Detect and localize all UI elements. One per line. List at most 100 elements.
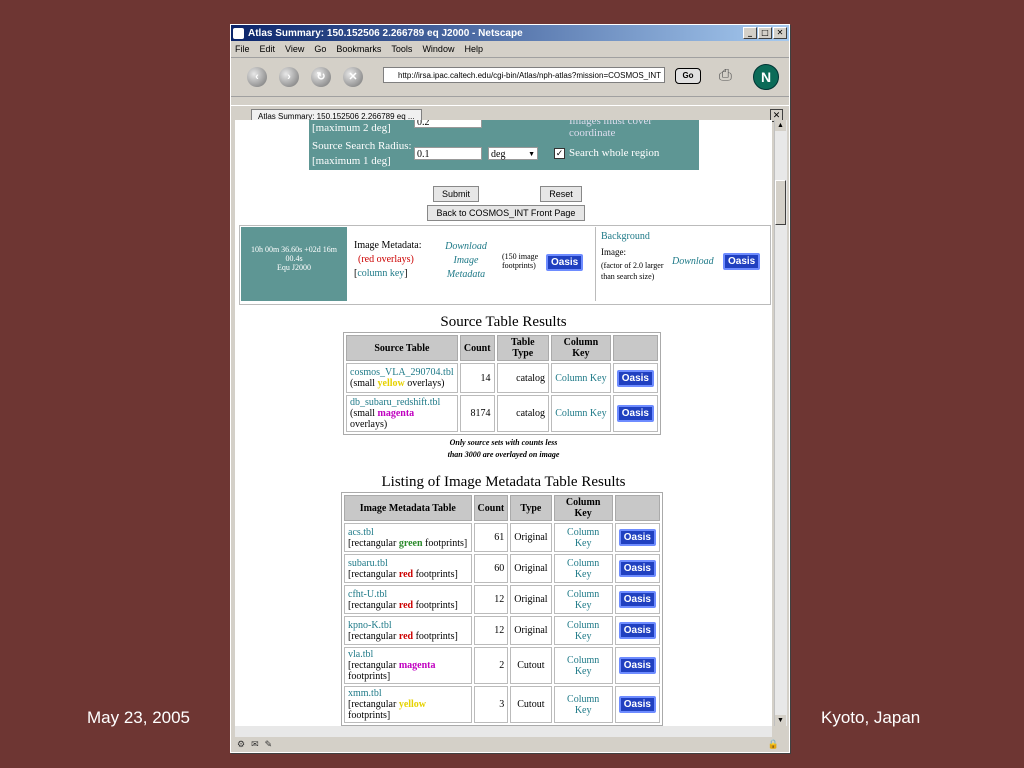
table-row: db_subaru_redshift.tbl (small magenta ov… <box>346 395 658 432</box>
url-input[interactable]: http://irsa.ipac.caltech.edu/cgi-bin/Atl… <box>383 67 665 83</box>
print-icon[interactable]: ⎙ <box>719 67 732 85</box>
image-table-file-link[interactable]: kpno-K.tbl <box>348 620 392 631</box>
coordinate-panel: 10h 00m 36.60s +02d 16m 00.4s Equ J2000 <box>241 227 347 301</box>
scroll-thumb[interactable] <box>775 180 786 225</box>
image-table-file-link[interactable]: acs.tbl <box>348 527 374 538</box>
maximize-button[interactable]: □ <box>758 27 772 39</box>
type-cell: catalog <box>496 363 550 393</box>
column-key-link[interactable]: Column Key <box>567 655 599 677</box>
source-name-cell: cosmos_VLA_290704.tbl (small yellow over… <box>346 363 458 393</box>
close-window-button[interactable]: ✕ <box>773 27 787 39</box>
browser-window: Atlas Summary: 150.152506 2.266789 eq J2… <box>230 24 790 753</box>
footprint-prefix: [rectangular <box>348 599 399 611</box>
equinox-text: Equ J2000 <box>277 263 311 272</box>
scroll-up-icon[interactable]: ▲ <box>775 120 786 131</box>
whole-region-checkbox[interactable]: ✓ <box>554 148 565 159</box>
reload-icon[interactable]: ↻ <box>311 67 331 87</box>
minimize-button[interactable]: _ <box>743 27 757 39</box>
image-table-name-cell: xmm.tbl [rectangular yellow footprints] <box>344 686 472 723</box>
footprint-color-word: yellow <box>398 699 427 710</box>
footprint-color-word: red <box>398 568 414 580</box>
results-panels: 10h 00m 36.60s +02d 16m 00.4s Equ J2000 … <box>239 225 771 305</box>
type-cell: Original <box>510 585 552 614</box>
image-table-file-link[interactable]: vla.tbl <box>348 649 373 660</box>
menu-edit[interactable]: Edit <box>260 44 276 54</box>
radius-input[interactable]: 0.1 <box>414 147 482 160</box>
column-key-link[interactable]: [column key] <box>354 268 408 279</box>
horizontal-scrollbar[interactable] <box>235 726 772 737</box>
oasis-button[interactable]: Oasis <box>616 405 654 422</box>
lock-icon: 🔒 <box>767 739 779 749</box>
overlay-prefix: (small <box>350 378 378 389</box>
oasis-button[interactable]: Oasis <box>616 369 654 387</box>
oasis-button[interactable]: Oasis <box>618 696 656 713</box>
footprint-suffix: footprints] <box>348 710 391 721</box>
download-background-link[interactable]: Download <box>672 256 714 267</box>
count-cell: 12 <box>473 585 509 614</box>
column-key-link[interactable]: Column Key <box>567 620 599 642</box>
table-row: subaru.tbl [rectangular red footprints] 60… <box>344 554 660 583</box>
overlay-color-word: yellow <box>377 378 405 389</box>
size-input[interactable]: 0.2 <box>414 120 482 128</box>
radius-label: Source Search Radius: <box>312 140 412 152</box>
forward-icon[interactable]: › <box>279 67 299 87</box>
column-key-link[interactable]: Column Key <box>567 527 599 549</box>
back-icon[interactable]: ‹ <box>247 67 267 87</box>
column-key-link[interactable]: Column Key <box>555 373 606 384</box>
source-file-link[interactable]: db_subaru_redshift.tbl <box>350 397 440 408</box>
menu-window[interactable]: Window <box>422 44 454 54</box>
menu-go[interactable]: Go <box>314 44 326 54</box>
column-key-link[interactable]: Column Key <box>567 558 599 580</box>
column-key-link[interactable]: Column Key <box>555 408 606 419</box>
reset-button[interactable]: Reset <box>540 186 582 202</box>
oasis-button-background[interactable]: Oasis <box>723 253 761 270</box>
background-link[interactable]: Background <box>601 231 650 242</box>
download-metadata-link[interactable]: Download Image Metadata <box>440 240 492 282</box>
scroll-down-icon[interactable]: ▼ <box>775 715 786 726</box>
count-cell: 12 <box>473 616 509 645</box>
count-cell: 14 <box>459 363 495 393</box>
red-overlays-label: (red overlays) <box>358 254 414 265</box>
source-file-link[interactable]: cosmos_VLA_290704.tbl <box>350 367 454 378</box>
footprint-color-word: magenta <box>398 660 436 671</box>
footprint-suffix: footprints] <box>348 671 391 682</box>
go-button[interactable]: Go <box>675 68 701 84</box>
image-table-file-link[interactable]: cfht-U.tbl <box>348 589 387 600</box>
oasis-cell: Oasis <box>614 647 660 684</box>
type-cell: Original <box>510 616 552 645</box>
oasis-button[interactable]: Oasis <box>618 657 656 674</box>
menu-file[interactable]: File <box>235 44 250 54</box>
overlay-note-line2: than 3000 are overlayed on image <box>447 450 560 459</box>
composer-icon[interactable]: ✎ <box>265 739 273 750</box>
header-column-key: Column Key <box>553 495 613 521</box>
oasis-button[interactable]: Oasis <box>618 560 656 577</box>
footprint-suffix: footprints] <box>422 537 468 549</box>
coverage-label: Images must cover coordinate <box>569 120 653 139</box>
column-key-link[interactable]: Column Key <box>567 589 599 611</box>
menu-tools[interactable]: Tools <box>391 44 412 54</box>
unit-select[interactable]: deg ▼ <box>488 147 538 160</box>
back-to-front-page-button[interactable]: Back to COSMOS_INT Front Page <box>427 205 585 221</box>
image-table-file-link[interactable]: xmm.tbl <box>348 688 382 699</box>
count-cell: 3 <box>473 686 509 723</box>
image-table-name-cell: cfht-U.tbl [rectangular red footprints] <box>344 585 472 614</box>
source-table-title: Source Table Results <box>440 314 567 330</box>
submit-button[interactable]: Submit <box>433 186 479 202</box>
column-key-cell: Column Key <box>553 523 613 552</box>
column-key-cell: Column Key <box>553 554 613 583</box>
oasis-button[interactable]: Oasis <box>618 622 656 639</box>
stop-icon[interactable]: ✕ <box>343 67 363 87</box>
header-type: Type <box>510 495 552 521</box>
mail-icon[interactable]: ✉ <box>251 739 259 750</box>
oasis-button[interactable]: Oasis <box>618 591 656 608</box>
oasis-button[interactable]: Oasis <box>618 529 656 546</box>
menu-bookmarks[interactable]: Bookmarks <box>336 44 381 54</box>
type-cell: Original <box>510 554 552 583</box>
vertical-scrollbar[interactable]: ▲ ▼ <box>774 120 787 726</box>
column-key-link[interactable]: Column Key <box>567 694 599 716</box>
oasis-button-metadata[interactable]: Oasis <box>546 254 584 271</box>
window-title: Atlas Summary: 150.152506 2.266789 eq J2… <box>248 27 523 39</box>
menu-help[interactable]: Help <box>464 44 483 54</box>
menu-view[interactable]: View <box>285 44 304 54</box>
image-table-file-link[interactable]: subaru.tbl <box>348 558 388 569</box>
